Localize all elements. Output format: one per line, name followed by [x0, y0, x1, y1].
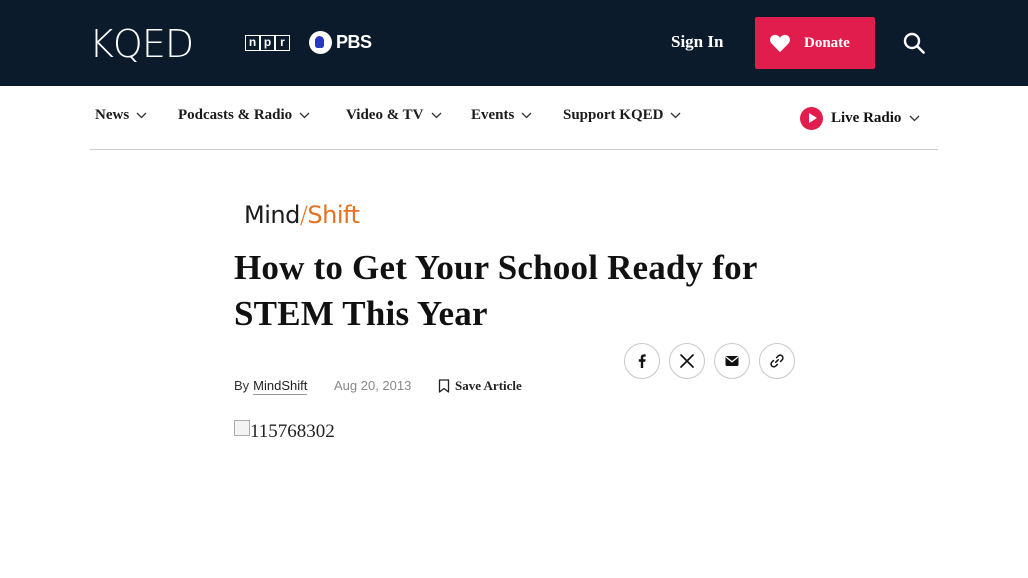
- live-radio-button[interactable]: Live Radio: [800, 107, 920, 130]
- main-nav: News Podcasts & Radio Video & TV Events …: [90, 86, 938, 150]
- nav-item-label: Events: [471, 107, 515, 123]
- donate-label: Donate: [804, 34, 850, 51]
- broken-image-icon: [234, 420, 250, 436]
- publish-date: Aug 20, 2013: [334, 378, 412, 393]
- brand-shift: Shift: [307, 201, 360, 229]
- share-facebook-button[interactable]: [624, 343, 660, 379]
- play-icon: [800, 107, 823, 130]
- donate-button[interactable]: Donate: [755, 17, 875, 69]
- article-title: How to Get Your School Ready for STEM Th…: [234, 248, 757, 333]
- chevron-down-icon: [521, 112, 532, 119]
- pbs-head-icon: [309, 31, 332, 54]
- byline-prefix: By: [234, 378, 250, 393]
- live-radio-label: Live Radio: [831, 110, 902, 126]
- article-image: 115768302: [234, 420, 335, 443]
- facebook-icon: [638, 354, 646, 368]
- nav-item-label: Support KQED: [563, 107, 664, 123]
- sign-in-link[interactable]: Sign In: [671, 32, 723, 52]
- chevron-down-icon: [909, 115, 920, 122]
- share-copy-link-button[interactable]: [759, 343, 795, 379]
- byline: By MindShift Aug 20, 2013: [234, 378, 411, 395]
- bookmark-icon: [438, 379, 450, 393]
- share-email-button[interactable]: [714, 343, 750, 379]
- author-link[interactable]: MindShift: [253, 378, 308, 395]
- mindshift-logo[interactable]: Mind/Shift: [244, 200, 360, 230]
- kqed-logo[interactable]: KQED: [89, 22, 194, 66]
- pbs-logo-text: PBS: [336, 32, 372, 52]
- nav-item-support-kqed[interactable]: Support KQED: [563, 107, 681, 124]
- npr-letter: p: [260, 35, 275, 51]
- nav-item-podcasts-radio[interactable]: Podcasts & Radio: [178, 107, 310, 124]
- x-icon: [680, 354, 694, 368]
- chevron-down-icon: [299, 112, 310, 119]
- email-icon: [725, 356, 739, 366]
- save-article-label: Save Article: [455, 378, 522, 393]
- save-article-button[interactable]: Save Article: [438, 378, 522, 394]
- pbs-logo[interactable]: PBS: [309, 31, 372, 54]
- nav-item-video-tv[interactable]: Video & TV: [346, 107, 442, 124]
- chevron-down-icon: [670, 112, 681, 119]
- nav-item-label: News: [95, 107, 130, 123]
- nav-item-label: Podcasts & Radio: [178, 107, 293, 123]
- nav-item-label: Video & TV: [346, 107, 424, 123]
- npr-logo[interactable]: n p r: [245, 35, 290, 51]
- link-icon: [770, 354, 784, 368]
- chevron-down-icon: [136, 112, 147, 119]
- search-icon[interactable]: [903, 32, 925, 54]
- brand-mind: Mind: [244, 201, 300, 229]
- nav-item-events[interactable]: Events: [471, 107, 532, 124]
- chevron-down-icon: [431, 112, 441, 119]
- top-bar: KQED n p r PBS Sign In Donate: [0, 0, 1028, 86]
- nav-item-news[interactable]: News: [95, 107, 147, 124]
- npr-letter: n: [245, 35, 260, 51]
- npr-letter: r: [275, 35, 290, 51]
- heart-icon: [770, 34, 790, 53]
- image-alt-text: 115768302: [250, 421, 335, 442]
- share-x-button[interactable]: [669, 343, 705, 379]
